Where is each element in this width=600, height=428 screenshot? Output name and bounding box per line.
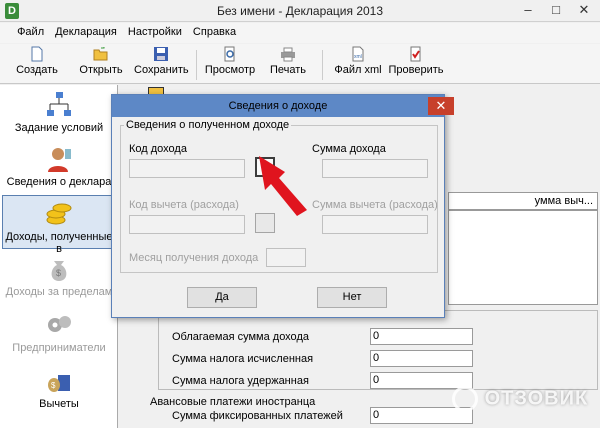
window-title: Без имени - Декларация 2013 — [216, 4, 384, 18]
deductions-table — [448, 210, 598, 305]
sidebar-item-label: Сведения о деклара — [6, 176, 112, 188]
sidebar-item-label: Доходы за пределам — [5, 286, 113, 298]
check-document-icon — [410, 46, 421, 62]
menu-help[interactable]: Справка — [189, 23, 240, 38]
income-group-title: Сведения о полученном доходе — [124, 119, 292, 131]
deduction-sum-field[interactable] — [322, 215, 428, 234]
maximize-button[interactable]: □ — [542, 0, 570, 20]
sidebar: Задание условий Сведения о деклара Доход… — [0, 85, 118, 428]
xml-file-icon: xml — [352, 46, 364, 62]
save-label: Сохранить — [134, 64, 189, 76]
sidebar-item-label: Предприниматели — [12, 342, 106, 354]
save-button[interactable]: Сохранить — [134, 46, 189, 82]
tax-calculated-field[interactable]: 0 — [370, 350, 473, 367]
menu-declaration[interactable]: Декларация — [51, 23, 121, 38]
coins-icon — [46, 203, 72, 225]
tax-calculated-label: Сумма налога исчисленная — [172, 353, 314, 365]
sidebar-item-label: Задание условий — [14, 122, 104, 134]
svg-text:xml: xml — [354, 54, 362, 60]
sidebar-item-conditions[interactable]: Задание условий — [2, 87, 116, 141]
create-button[interactable]: Создать — [14, 46, 60, 82]
fixed-payments-label: Сумма фиксированных платежей — [172, 410, 343, 422]
watermark-text: ОТЗОВИК — [484, 387, 589, 410]
toolbar: Создать Открыть Сохранить Просмотр Печат… — [0, 44, 600, 84]
watermark-icon — [452, 386, 478, 412]
sidebar-item-label: Вычеты — [39, 398, 79, 410]
svg-text:$: $ — [56, 268, 61, 278]
dialog-title: Сведения о доходе — [112, 95, 444, 117]
floppy-disk-icon — [154, 47, 168, 61]
deduction-sum-label: Сумма вычета (расхода) — [312, 199, 438, 211]
preview-label: Просмотр — [204, 64, 256, 76]
person-icon — [48, 148, 71, 172]
deduction-code-label: Код вычета (расхода) — [129, 199, 239, 211]
month-label: Месяц получения дохода — [129, 252, 259, 264]
open-button[interactable]: Открыть — [78, 46, 124, 82]
xml-file-button[interactable]: xml Файл xml — [334, 46, 382, 82]
income-code-field[interactable] — [129, 159, 245, 178]
sidebar-item-entrepreneurs[interactable]: Предприниматели — [2, 307, 116, 361]
create-label: Создать — [16, 64, 58, 76]
gears-icon — [48, 316, 71, 332]
cancel-button[interactable]: Нет — [317, 287, 387, 308]
title-bar: D Без имени - Декларация 2013 – □ ✕ — [0, 0, 600, 22]
svg-text:$: $ — [51, 381, 56, 390]
sidebar-item-deductions[interactable]: $ Вычеты — [2, 363, 116, 417]
menu-file[interactable]: Файл — [13, 23, 48, 38]
open-label: Открыть — [79, 64, 123, 76]
tab-deduction-sum[interactable]: умма выч... — [448, 192, 598, 210]
new-document-icon — [31, 46, 43, 62]
month-field[interactable] — [266, 248, 306, 267]
ok-button[interactable]: Да — [187, 287, 257, 308]
preview-icon — [224, 46, 235, 62]
check-label: Проверить — [388, 64, 444, 76]
toolbar-separator — [322, 50, 323, 80]
taxable-income-field[interactable]: 0 — [370, 328, 473, 345]
minimize-button[interactable]: – — [514, 0, 542, 20]
open-folder-icon — [93, 47, 108, 61]
menu-bar: Файл Декларация Настройки Справка — [0, 23, 600, 43]
check-button[interactable]: Проверить — [388, 46, 444, 82]
calculator-icon: $ — [48, 375, 70, 392]
close-window-button[interactable]: ✕ — [570, 0, 598, 20]
income-sum-label: Сумма дохода — [312, 143, 386, 155]
red-arrow-annotation — [259, 156, 307, 216]
dialog-close-button[interactable]: ✕ — [428, 97, 454, 115]
sidebar-item-income[interactable]: Доходы, полученные в — [2, 195, 116, 255]
sidebar-item-foreign-income[interactable]: $ Доходы за пределам — [2, 251, 116, 305]
advance-payments-title: Авансовые платежи иностранца — [150, 396, 319, 408]
printer-icon — [281, 47, 295, 62]
watermark-logo: ОТЗОВИК — [452, 386, 598, 422]
tax-withheld-label: Сумма налога удержанная — [172, 375, 309, 387]
hierarchy-icon — [47, 92, 71, 116]
menu-settings[interactable]: Настройки — [124, 23, 186, 38]
xml-file-label: Файл xml — [334, 64, 382, 76]
print-label: Печать — [269, 64, 307, 76]
income-sum-field[interactable] — [322, 159, 428, 178]
toolbar-separator — [196, 50, 197, 80]
taxable-income-label: Облагаемая сумма дохода — [172, 331, 309, 343]
preview-button[interactable]: Просмотр — [204, 46, 256, 82]
print-button[interactable]: Печать — [266, 46, 310, 82]
money-bag-icon: $ — [51, 261, 67, 281]
deduction-code-field[interactable] — [129, 215, 245, 234]
sidebar-item-declarant[interactable]: Сведения о деклара — [2, 141, 116, 195]
income-code-label: Код дохода — [129, 143, 187, 155]
